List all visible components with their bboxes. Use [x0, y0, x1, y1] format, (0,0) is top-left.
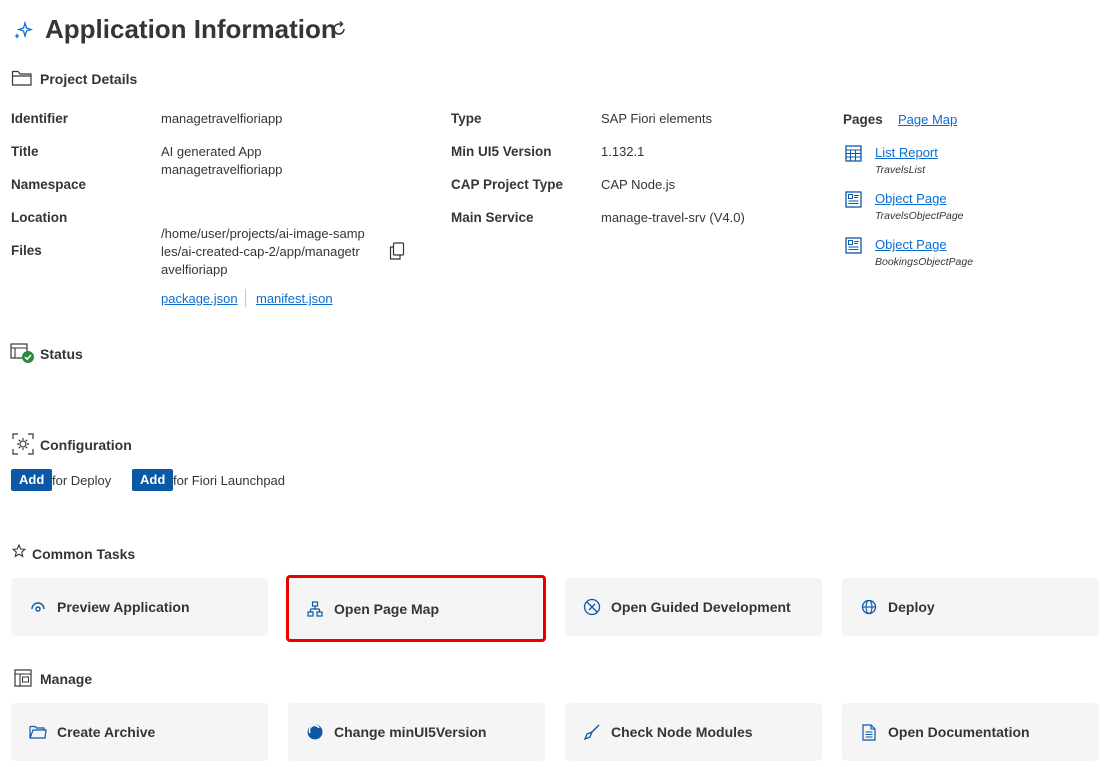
- tile-label: Change minUI5Version: [334, 724, 487, 740]
- min-ui5-version-value: 1.132.1: [601, 144, 645, 159]
- add-deploy-button[interactable]: Add: [11, 469, 53, 491]
- broom-icon: [583, 723, 601, 741]
- open-page-map-tile[interactable]: Open Page Map: [286, 575, 546, 642]
- preview-icon: [29, 598, 47, 616]
- files-label: Files: [11, 243, 42, 258]
- identifier-value: managetravelfioriapp: [161, 111, 283, 126]
- object-page-icon: [845, 191, 862, 208]
- for-deploy-text: for Deploy: [52, 473, 112, 488]
- refresh-icon[interactable]: [330, 20, 348, 38]
- tile-label: Open Guided Development: [611, 599, 791, 615]
- common-tasks-heading: Common Tasks: [32, 546, 136, 562]
- tile-label: Create Archive: [57, 724, 156, 740]
- object-page-bookings-sublabel: BookingsObjectPage: [875, 256, 974, 268]
- main-service-value: manage-travel-srv (V4.0): [601, 210, 745, 225]
- status-ok-icon: [10, 343, 34, 363]
- identifier-label: Identifier: [11, 111, 69, 126]
- guided-development-icon: [583, 598, 601, 616]
- for-launchpad-text: for Fiori Launchpad: [173, 473, 286, 488]
- min-ui5-version-label: Min UI5 Version: [451, 144, 552, 159]
- type-label: Type: [451, 111, 482, 126]
- tile-label: Open Documentation: [888, 724, 1030, 740]
- object-page-travels-link[interactable]: Object Page: [875, 191, 947, 206]
- open-guided-development-tile[interactable]: Open Guided Development: [565, 578, 822, 636]
- star-icon: [12, 544, 26, 558]
- title-value: AI generated App managetravelfioriapp: [161, 144, 283, 177]
- object-page-icon: [845, 237, 862, 254]
- folder-icon: [29, 723, 47, 741]
- page-map-link[interactable]: Page Map: [898, 112, 957, 127]
- location-label: Location: [11, 210, 68, 225]
- page-map-icon: [306, 600, 324, 618]
- cap-project-type-label: CAP Project Type: [451, 177, 564, 192]
- tile-label: Deploy: [888, 599, 935, 615]
- tile-label: Open Page Map: [334, 600, 440, 617]
- object-page-bookings-link[interactable]: Object Page: [875, 237, 947, 252]
- copy-icon[interactable]: [389, 242, 405, 260]
- link-separator: [245, 289, 246, 307]
- change-min-ui5-version-tile[interactable]: Change minUI5Version: [288, 703, 545, 761]
- pages-label: Pages: [843, 112, 883, 127]
- table-icon: [845, 145, 862, 162]
- globe-icon: [860, 598, 878, 616]
- files-path-value: /home/user/projects/ai-image-samples/ai-…: [161, 226, 365, 277]
- deploy-tile[interactable]: Deploy: [842, 578, 1099, 636]
- type-value: SAP Fiori elements: [601, 111, 713, 126]
- configuration-heading: Configuration: [40, 437, 132, 453]
- namespace-label: Namespace: [11, 177, 87, 192]
- cap-project-type-value: CAP Node.js: [601, 177, 676, 192]
- status-heading: Status: [40, 346, 83, 362]
- configuration-icon: [12, 433, 34, 455]
- tile-label: Preview Application: [57, 599, 190, 615]
- project-details-heading: Project Details: [40, 71, 138, 87]
- folder-icon: [11, 70, 32, 86]
- check-node-modules-tile[interactable]: Check Node Modules: [565, 703, 822, 761]
- main-service-label: Main Service: [451, 210, 534, 225]
- title-label: Title: [11, 144, 39, 159]
- document-icon: [860, 723, 878, 741]
- add-launchpad-button[interactable]: Add: [132, 469, 174, 491]
- tile-label: Check Node Modules: [611, 724, 753, 740]
- ui5-icon: [306, 723, 324, 741]
- manifest-json-link[interactable]: manifest.json: [256, 291, 333, 306]
- list-report-sublabel: TravelsList: [875, 164, 925, 176]
- list-report-link[interactable]: List Report: [875, 145, 938, 160]
- sparkle-icon: [14, 20, 34, 39]
- object-page-travels-sublabel: TravelsObjectPage: [875, 210, 964, 222]
- manage-icon: [14, 669, 32, 687]
- manage-heading: Manage: [40, 671, 93, 687]
- preview-application-tile[interactable]: Preview Application: [11, 578, 268, 636]
- page-title: Application Information: [45, 14, 337, 44]
- create-archive-tile[interactable]: Create Archive: [11, 703, 268, 761]
- open-documentation-tile[interactable]: Open Documentation: [842, 703, 1099, 761]
- package-json-link[interactable]: package.json: [161, 291, 238, 306]
